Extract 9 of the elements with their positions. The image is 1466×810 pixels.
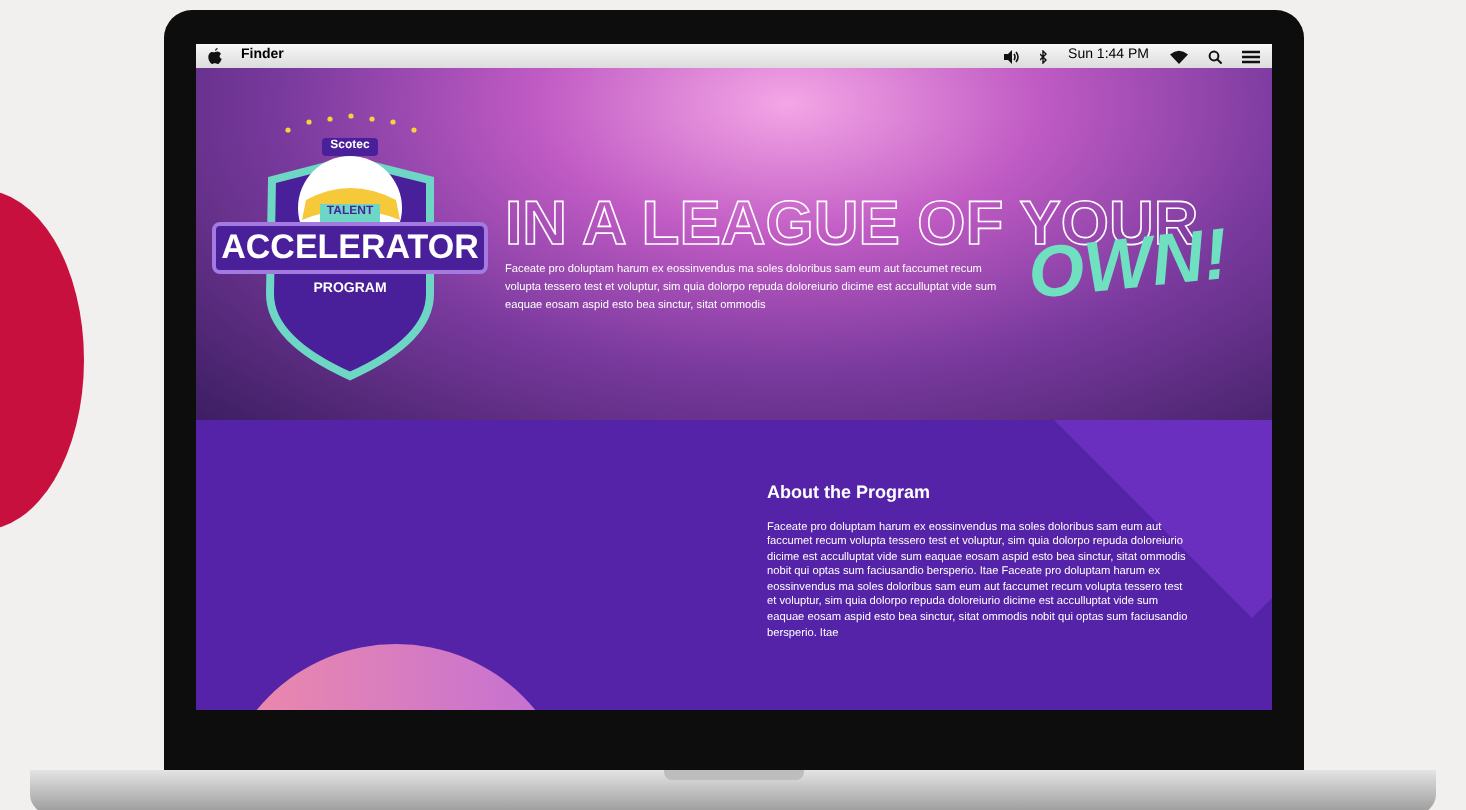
laptop-notch: [663, 770, 803, 780]
volume-icon[interactable]: [1004, 49, 1021, 63]
apple-logo-icon[interactable]: [207, 48, 221, 64]
badge-title: ACCELERATOR: [211, 222, 489, 274]
bluetooth-icon[interactable]: [1040, 49, 1049, 63]
search-icon[interactable]: [1207, 49, 1221, 63]
list-icon[interactable]: [1241, 49, 1259, 63]
about-title: About the Program: [767, 480, 933, 506]
wifi-icon[interactable]: [1169, 49, 1187, 63]
